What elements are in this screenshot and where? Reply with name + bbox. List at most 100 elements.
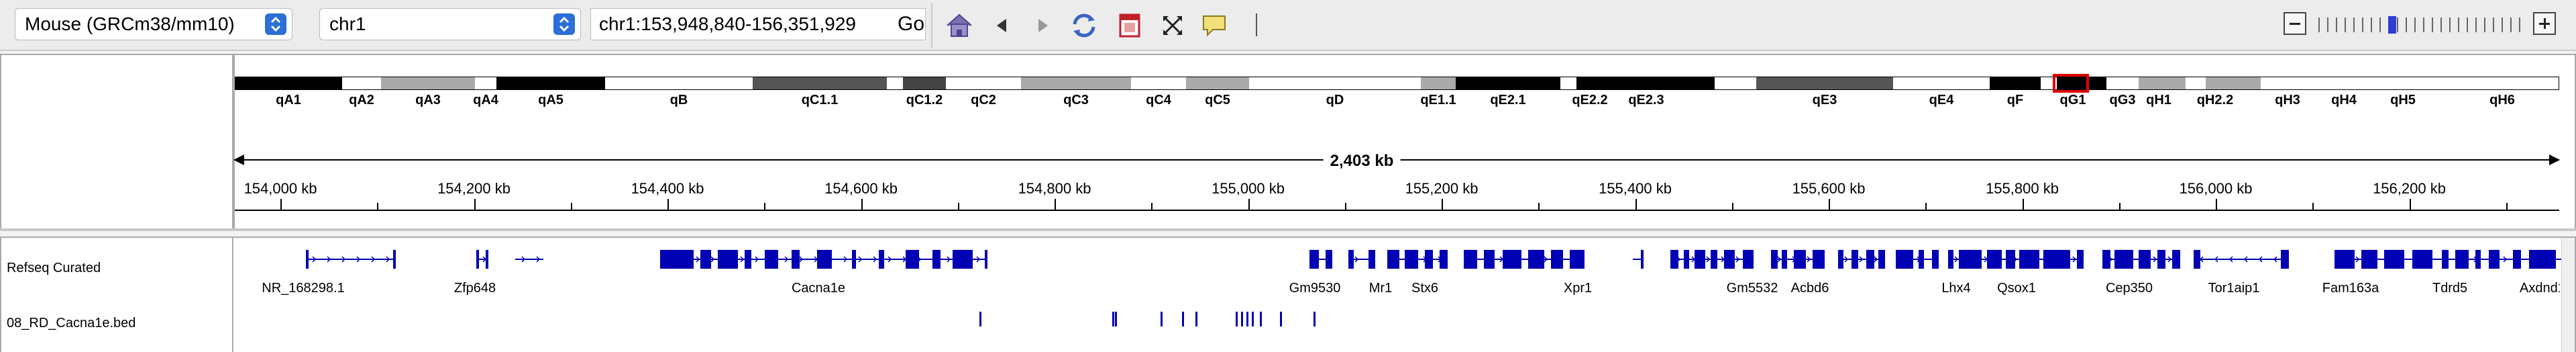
ideogram-band-27 [2206,77,2261,90]
ideogram-band-25 [2139,77,2186,90]
ideogram-band-10 [1021,77,1131,90]
gene-label-fam163a: Fam163a [2322,281,2379,296]
gene-label-cep350: Cep350 [2105,281,2153,296]
track-name-refseq[interactable]: Refseq Curated [7,261,101,276]
ideogram-band-17 [1576,77,1715,90]
ideogram-band-14 [1421,77,1456,90]
ruler-tick-label: 154,800 kb [1018,180,1091,197]
toolbar: Mouse (GRCm38/mm10) chr1 chr1:153,948,84… [0,0,2576,51]
band-label-qA1: qA1 [276,93,301,107]
track-name-bed[interactable]: 08_RD_Cacna1e.bed [7,316,136,331]
gene-label-mr1: Mr1 [1368,281,1393,296]
refresh-icon[interactable] [1068,9,1100,42]
genome-value: Mouse (GRCm38/mm10) [25,13,235,34]
ruler-tick-label: 154,400 kb [631,180,704,197]
ideogram-band-15 [1456,77,1560,90]
gene-label-axdnd1: Axdnd1 [2520,281,2560,296]
bed-feature [1260,312,1262,326]
bed-feature [1182,312,1184,326]
gene-label-stx6: Stx6 [1411,281,1439,296]
vertical-scrollbar[interactable] [2561,238,2575,352]
ideogram-band-13 [1249,77,1421,90]
chromosome-value: chr1 [329,13,366,34]
gene-feature [476,250,488,269]
ideogram-band-4 [496,77,605,90]
bed-feature [1161,312,1163,326]
feature-tracks[interactable] [235,242,2563,352]
bed-feature [1236,312,1238,326]
gene-label-lhx4: Lhx4 [1941,281,1971,296]
band-label-qH5: qH5 [2390,93,2416,107]
ideogram-band-12 [1186,77,1249,90]
genome-dropdown[interactable]: Mouse (GRCm38/mm10) [15,8,292,40]
home-icon[interactable] [943,9,975,42]
ruler-tick-label: 155,000 kb [1212,180,1285,197]
band-label-qC3: qC3 [1063,93,1089,107]
band-label-qE1.1: qE1.1 [1420,93,1456,107]
band-label-qD: qD [1326,93,1344,107]
ruler-tick-label: 155,400 kb [1599,180,1672,197]
header-name-column [1,55,233,228]
gene-label-gm9530: Gm9530 [1289,281,1341,296]
gene-feature [660,250,987,269]
ruler-tick-label: 156,000 kb [2179,180,2253,197]
zoom-out-button[interactable] [2284,12,2306,35]
toolbar-divider [931,3,932,48]
band-label-qC2: qC2 [971,93,996,107]
popup-text-icon[interactable] [1198,9,1230,42]
ruler-baseline [235,210,2559,211]
gene-feature [1838,250,1885,269]
go-button[interactable]: Go [898,9,924,39]
locus-input[interactable]: chr1:153,948,840-156,351,929 [590,8,926,40]
track-name-column [1,238,233,352]
zoom-in-button[interactable] [2533,12,2556,35]
ideogram-band-2 [381,77,475,90]
band-label-qE2.1: qE2.1 [1490,93,1526,107]
region-of-interest-icon[interactable] [1114,9,1146,42]
gene-feature [1309,250,1332,269]
band-label-qC1.1: qC1.1 [801,93,839,107]
ideogram-band-18 [1715,77,1756,90]
ideogram-band-20 [1893,77,1990,90]
ruler-span-label: 2,403 kb [1323,152,1401,171]
chromosome-ideogram[interactable] [235,77,2559,90]
gene-label-xpr1: Xpr1 [1563,281,1593,296]
ruler-tick-label: 155,800 kb [1986,180,2059,197]
band-label-qE3: qE3 [1812,93,1837,107]
ruler-tick-label: 155,600 kb [1792,180,1866,197]
fit-to-window-icon[interactable] [1157,9,1189,42]
current-region-marker [2053,74,2089,93]
gene-label-zfp648: Zfp648 [453,281,496,296]
chromosome-dropdown[interactable]: chr1 [319,8,581,40]
chevron-updown-icon [265,13,286,35]
ideogram-band-26 [2186,77,2206,90]
ruler-right-arrow-icon [2549,155,2560,165]
band-label-qH4: qH4 [2331,93,2357,107]
band-label-qH6: qH6 [2489,93,2515,107]
band-label-qA4: qA4 [473,93,498,107]
bed-feature [1241,312,1243,326]
gene-feature [2194,250,2289,269]
ideogram-band-7 [887,77,903,90]
gene-feature [1387,250,1448,269]
band-label-qH3: qH3 [2275,93,2300,107]
ideogram-band-28 [2261,77,2559,90]
forward-arrow-icon[interactable] [1026,9,1059,42]
ideogram-band-19 [1756,77,1893,90]
back-arrow-icon[interactable] [986,9,1018,42]
band-label-qC4: qC4 [1146,93,1171,107]
band-label-qB: qB [669,93,688,107]
zoom-slider[interactable] [2316,15,2530,35]
bed-feature [1195,312,1197,326]
gene-label-acbd6: Acbd6 [1790,281,1829,296]
ruler-tick-label: 154,200 kb [437,180,511,197]
ruler-tick-label: 155,200 kb [1405,180,1479,197]
ruler-tick-label: 154,600 kb [824,180,898,197]
ideogram-band-21 [1990,77,2041,90]
band-label-qG1: qG1 [2059,93,2086,107]
band-label-qF: qF [2006,93,2024,107]
bed-feature [1280,312,1282,326]
ideogram-band-16 [1560,77,1576,90]
chevron-updown-icon [553,13,575,35]
bed-feature [1112,312,1114,326]
